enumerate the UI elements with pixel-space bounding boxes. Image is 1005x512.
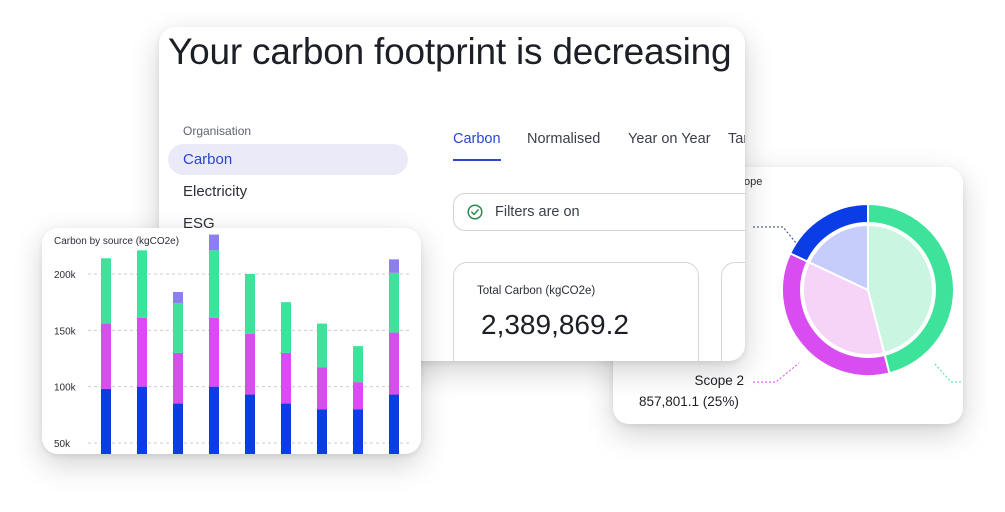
bar-segment-other [173, 292, 183, 304]
bar-segment-scope3 [245, 274, 255, 334]
bar-segment-scope1 [137, 386, 147, 454]
bar-segment-scope1 [353, 409, 363, 454]
bar-segment-scope3 [317, 323, 327, 368]
tab-targets[interactable]: Tar [728, 131, 745, 147]
bar-segment-scope3 [353, 346, 363, 383]
total-carbon-card: Total Carbon (kgCO2e) 2,389,869.2 [453, 262, 699, 361]
filters-chip[interactable]: Filters are on [453, 193, 745, 231]
bar-segment-scope1 [389, 394, 399, 454]
bar-segment-scope1 [173, 403, 183, 454]
bar-segment-scope3 [173, 303, 183, 353]
y-tick-label: 50k [54, 439, 71, 450]
bar-segment-scope2 [317, 367, 327, 410]
bar-segment-other [209, 234, 219, 251]
bar-segment-scope2 [209, 317, 219, 387]
bar-segment-scope2 [173, 352, 183, 404]
bar-segment-scope2 [101, 323, 111, 389]
y-tick-label: 150k [54, 326, 77, 337]
sidebar-item-electricity[interactable]: Electricity [168, 176, 408, 207]
check-circle-icon [467, 204, 483, 220]
bar-segment-scope3 [137, 250, 147, 318]
filters-label: Filters are on [495, 204, 580, 220]
scope-2-leader-line [753, 362, 800, 383]
bar-segment-scope1 [317, 409, 327, 454]
tab-carbon[interactable]: Carbon [453, 131, 501, 147]
bar-segment-scope2 [353, 382, 363, 410]
tab-normalised[interactable]: Normalised [527, 131, 600, 147]
sidebar-item-carbon[interactable]: Carbon [168, 144, 408, 175]
bar-segment-scope3 [281, 302, 291, 353]
bar-segment-scope3 [101, 258, 111, 324]
y-tick-label: 200k [54, 270, 77, 281]
total-carbon-label: Total Carbon (kgCO2e) [477, 285, 596, 297]
y-tick-label: 100k [54, 383, 77, 394]
bar-segment-other [389, 259, 399, 273]
bar-segment-scope2 [137, 317, 147, 387]
bar-segment-scope3 [389, 272, 399, 333]
total-carbon-value: 2,389,869.2 [481, 309, 629, 340]
bar-segment-scope1 [245, 394, 255, 454]
bar-segment-scope1 [101, 388, 111, 454]
scope-3-leader-line [934, 363, 963, 383]
bar-segment-scope2 [281, 352, 291, 404]
bar-segment-scope3 [209, 250, 219, 318]
scope-2-callout-value: 857,801.1 (25%) [639, 394, 739, 409]
page-title: Your carbon footprint is decreasing [168, 31, 732, 72]
bar-segment-scope2 [389, 332, 399, 395]
scope-2-callout-label: Scope 2 [694, 373, 744, 388]
active-tab-indicator [453, 159, 501, 161]
bar-segment-scope1 [209, 386, 219, 454]
tab-year-on-year[interactable]: Year on Year [628, 131, 711, 147]
sidebar-caption: Organisation [183, 124, 252, 138]
bar-segment-scope2 [245, 333, 255, 395]
carbon-by-source-card: Carbon by source (kgCO2e) 200k 150k 100k 50… [42, 228, 421, 454]
bar-segment-scope1 [281, 403, 291, 454]
carbon-by-source-chart: 200k 150k 100k 50k [54, 234, 412, 454]
secondary-stat-card [721, 262, 745, 361]
